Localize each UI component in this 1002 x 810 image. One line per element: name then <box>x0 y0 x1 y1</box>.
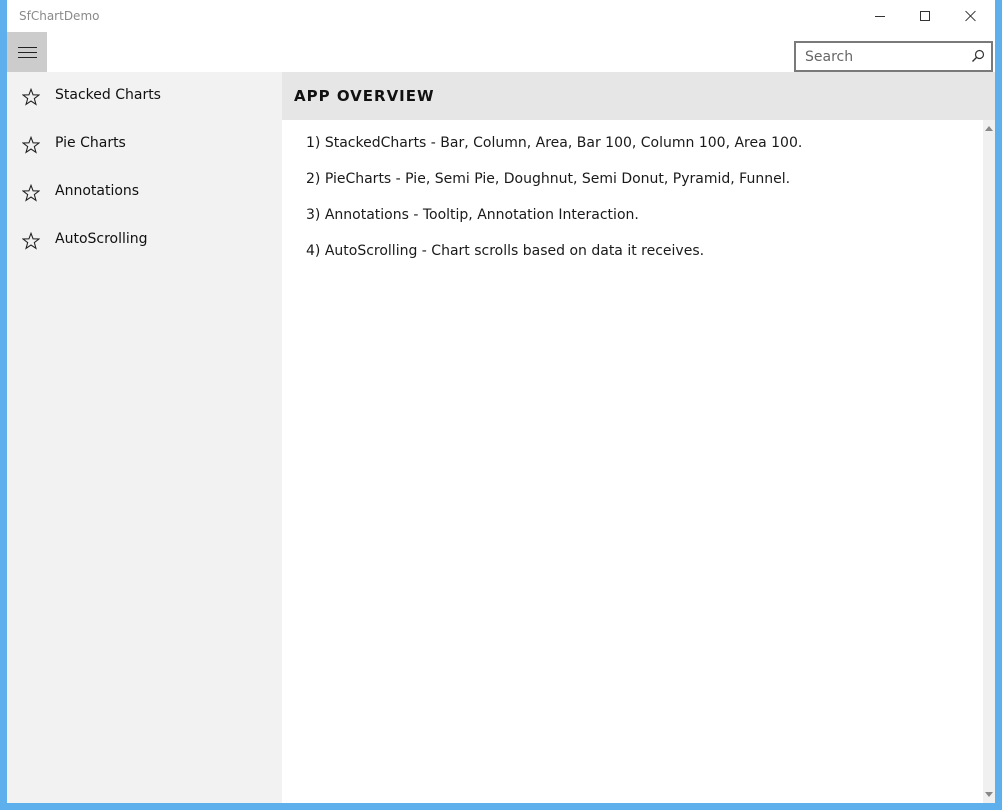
minimize-button[interactable] <box>857 0 903 32</box>
list-item: 2) PieCharts - Pie, Semi Pie, Doughnut, … <box>306 171 791 187</box>
search-input[interactable] <box>796 43 964 70</box>
hamburger-line <box>17 56 37 58</box>
content-header: APP OVERVIEW <box>282 72 995 120</box>
title-bar[interactable]: SfChartDemo <box>7 0 995 32</box>
sidebar-item-autoscrolling[interactable]: AutoScrolling <box>7 216 282 264</box>
app-window: SfChartDemo Stacked Charts <box>7 0 995 803</box>
star-outline-icon <box>22 232 40 250</box>
hamburger-menu-button[interactable] <box>7 32 47 72</box>
star-outline-icon <box>22 88 40 106</box>
search-icon[interactable] <box>971 49 985 63</box>
star-outline-icon <box>22 184 40 202</box>
sidebar-item-label: Stacked Charts <box>55 87 161 103</box>
maximize-button[interactable] <box>902 0 948 32</box>
sidebar-item-label: Pie Charts <box>55 135 126 151</box>
search-box[interactable] <box>794 41 993 72</box>
page-title: APP OVERVIEW <box>294 87 435 105</box>
scroll-up-arrow-icon[interactable] <box>985 126 993 131</box>
hamburger-line <box>17 51 37 53</box>
sidebar-item-pie-charts[interactable]: Pie Charts <box>7 120 282 168</box>
list-item: 3) Annotations - Tooltip, Annotation Int… <box>306 207 639 223</box>
sidebar-item-label: AutoScrolling <box>55 231 148 247</box>
scroll-down-arrow-icon[interactable] <box>985 792 993 797</box>
hamburger-line <box>17 46 37 48</box>
sidebar-item-stacked-charts[interactable]: Stacked Charts <box>7 72 282 120</box>
list-item: 1) StackedCharts - Bar, Column, Area, Ba… <box>306 135 803 151</box>
overview-list: 1) StackedCharts - Bar, Column, Area, Ba… <box>306 134 966 278</box>
app-title: SfChartDemo <box>19 9 100 23</box>
maximize-icon <box>920 11 930 21</box>
sidebar: Stacked Charts Pie Charts Annotations Au… <box>7 72 282 803</box>
star-outline-icon <box>22 136 40 154</box>
sidebar-item-label: Annotations <box>55 183 140 199</box>
sidebar-item-annotations[interactable]: Annotations <box>7 168 282 216</box>
close-icon <box>965 10 977 22</box>
list-item: 4) AutoScrolling - Chart scrolls based o… <box>306 243 705 259</box>
close-button[interactable] <box>948 0 994 32</box>
minimize-icon <box>875 15 885 17</box>
vertical-scrollbar[interactable] <box>983 120 995 803</box>
main-content: APP OVERVIEW 1) StackedCharts - Bar, Col… <box>282 72 995 803</box>
